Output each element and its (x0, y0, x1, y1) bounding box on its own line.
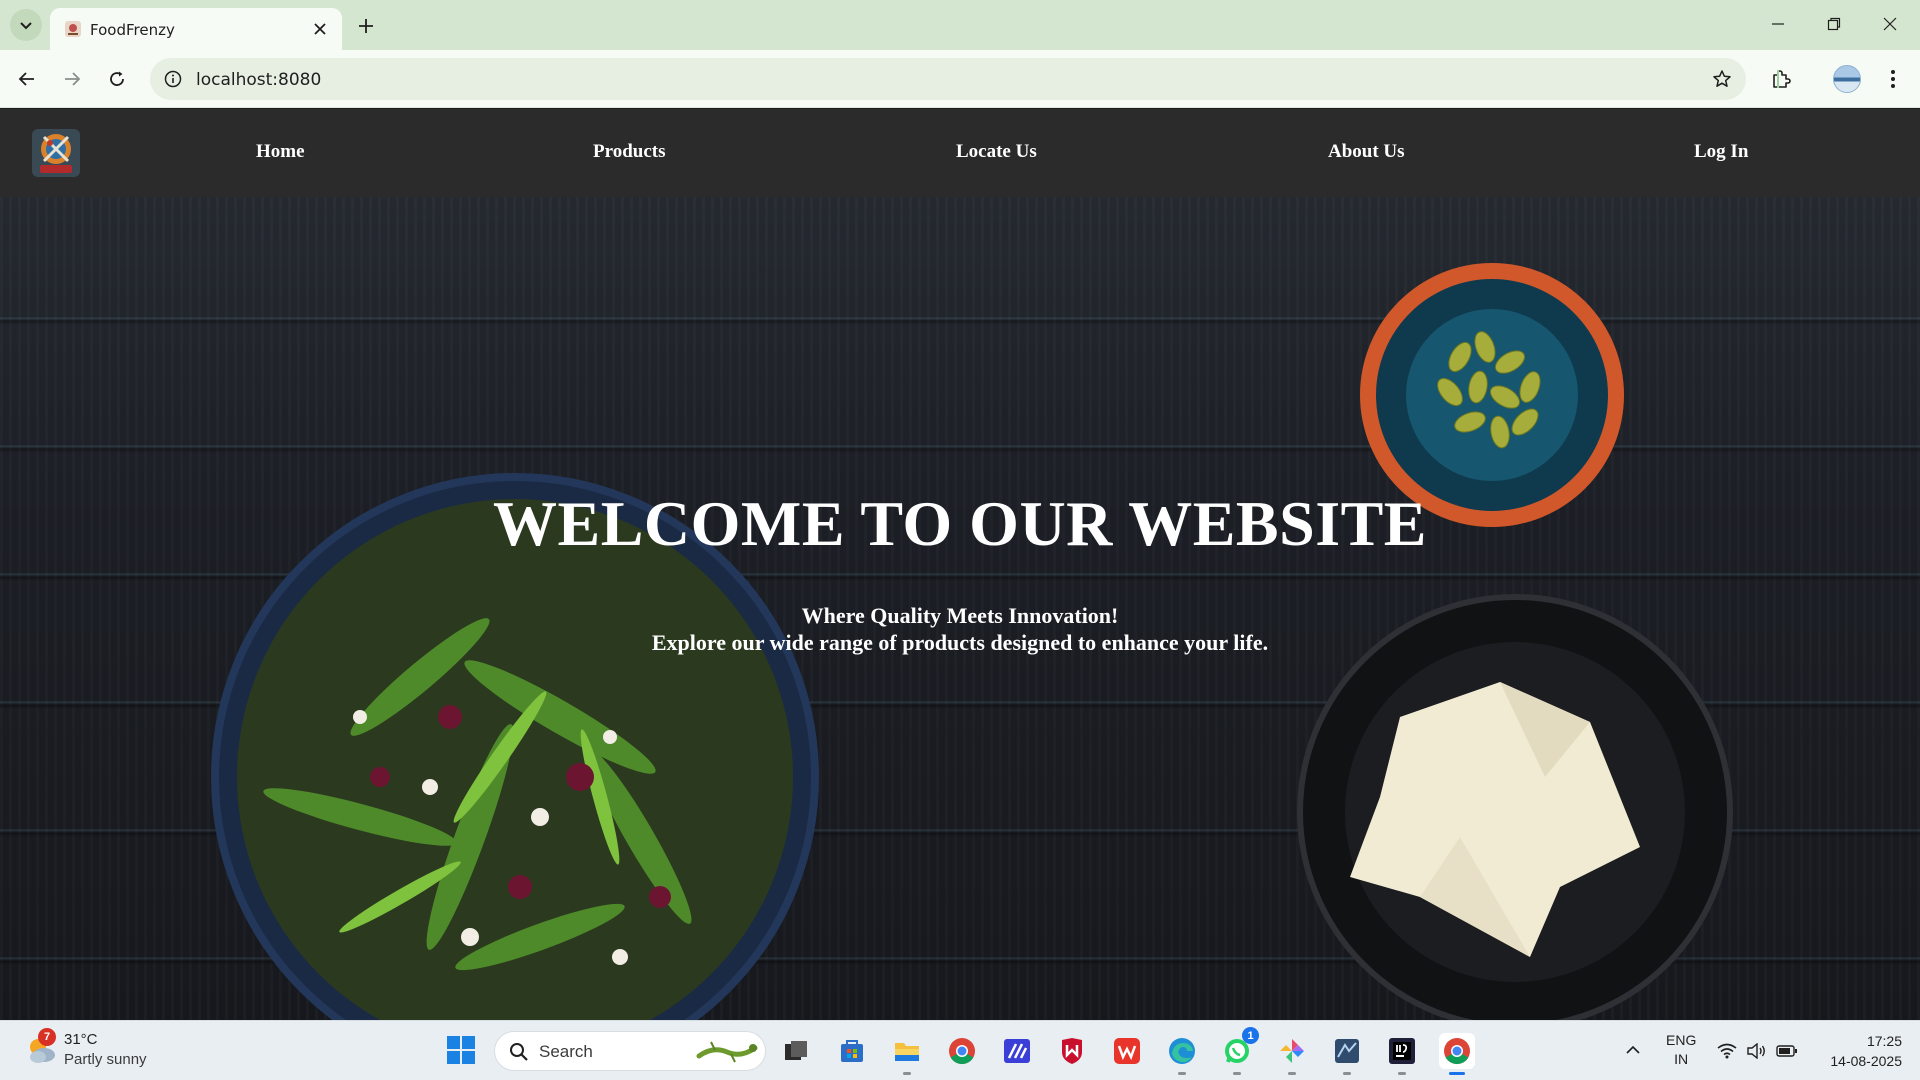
volume-icon[interactable] (1746, 1040, 1768, 1062)
chevron-up-icon (1626, 1045, 1640, 1054)
photos-app[interactable] (1274, 1033, 1310, 1075)
windows-start-icon[interactable] (446, 1035, 476, 1065)
language-code: ENG (1666, 1032, 1697, 1048)
weather-temperature: 31°C (64, 1031, 98, 1048)
arrow-left-icon (18, 72, 34, 86)
chrome-icon (1444, 1038, 1470, 1065)
task-view-icon (785, 1041, 807, 1060)
edge-icon (1169, 1038, 1195, 1064)
input-language-indicator[interactable]: ENG IN (1666, 1031, 1696, 1069)
minimize-icon (1772, 23, 1784, 25)
back-button[interactable] (11, 63, 43, 95)
visual-studio-app[interactable] (999, 1033, 1035, 1069)
photos-pinwheel-icon (1280, 1039, 1304, 1063)
restore-icon (1827, 17, 1841, 31)
address-bar[interactable]: localhost:8080 (150, 58, 1746, 100)
keyboard-app[interactable] (1329, 1033, 1365, 1075)
forward-button[interactable] (56, 63, 88, 95)
arrow-right-icon (65, 72, 81, 86)
minimize-button[interactable] (1756, 8, 1800, 40)
toolbar-divider (1777, 70, 1779, 88)
hero-title: WELCOME TO OUR WEBSITE (493, 488, 1427, 559)
browser-menu-button[interactable] (1877, 63, 1909, 95)
windows-taskbar: 7 31°C Partly sunny Search 1 ENG IN 17:2… (0, 1020, 1920, 1080)
whatsapp-unread-badge: 1 (1242, 1027, 1259, 1044)
region-code: IN (1674, 1051, 1689, 1067)
folder-icon (895, 1043, 919, 1061)
nav-products-link[interactable]: Products (593, 141, 665, 163)
wifi-icon[interactable] (1716, 1040, 1738, 1062)
puzzle-icon (1773, 70, 1791, 88)
nav-login-link[interactable]: Log In (1694, 141, 1748, 163)
clock-date: 14-08-2025 (1830, 1053, 1902, 1069)
tab-search-button[interactable] (10, 9, 42, 41)
browser-toolbar: localhost:8080 (0, 50, 1920, 108)
bookmark-star-icon[interactable] (1710, 67, 1734, 91)
browser-tabstrip: FoodFrenzy (0, 0, 1920, 50)
app-window-icon (1335, 1039, 1359, 1063)
hero-subtitle-line2: Explore our wide range of products desig… (651, 630, 1269, 655)
restore-button[interactable] (1812, 8, 1856, 40)
hero-section: WELCOME TO OUR WEBSITE Where Quality Mee… (0, 197, 1920, 1020)
edge-app[interactable] (1164, 1033, 1200, 1075)
chrome-icon (949, 1038, 975, 1065)
new-tab-button[interactable] (352, 12, 380, 40)
nav-home-link[interactable]: Home (256, 141, 305, 163)
file-explorer-app[interactable] (889, 1033, 925, 1075)
microsoft-store-app[interactable] (834, 1033, 870, 1069)
favicon-icon (65, 21, 81, 37)
tab-title: FoodFrenzy (90, 21, 175, 39)
show-hidden-icons-button[interactable] (1622, 1039, 1644, 1061)
intellij-icon (1389, 1038, 1415, 1064)
site-navbar: Home Products Locate Us About Us Log In (0, 109, 1920, 197)
nav-about-us-link[interactable]: About Us (1328, 141, 1405, 163)
chrome-active-app[interactable] (1439, 1033, 1475, 1075)
plus-icon (359, 19, 373, 33)
wps-office-app[interactable] (1109, 1033, 1145, 1069)
intellij-app[interactable] (1384, 1033, 1420, 1075)
task-view-app[interactable] (778, 1033, 814, 1069)
battery-icon[interactable] (1776, 1040, 1798, 1062)
kebab-menu-icon (1891, 70, 1895, 88)
search-label: Search (539, 1042, 593, 1061)
clock-time: 17:25 (1866, 1033, 1902, 1049)
reload-icon (110, 71, 124, 86)
close-icon (314, 23, 326, 35)
chevron-down-icon (20, 22, 32, 30)
system-clock[interactable]: 17:25 14-08-2025 (1812, 1031, 1902, 1071)
search-icon (510, 1043, 528, 1061)
close-icon (1883, 17, 1897, 31)
extensions-button[interactable] (1765, 63, 1797, 95)
mcafee-shield-icon (1062, 1038, 1082, 1064)
whatsapp-app[interactable]: 1 (1219, 1027, 1259, 1075)
reload-button[interactable] (101, 63, 133, 95)
taskbar-search[interactable]: Search (494, 1031, 766, 1071)
weather-alert-badge: 7 (38, 1028, 56, 1046)
nav-locate-us-link[interactable]: Locate Us (956, 141, 1037, 163)
chrome-app[interactable] (944, 1033, 980, 1069)
tab-close-button[interactable] (310, 19, 330, 39)
store-icon (841, 1040, 863, 1062)
weather-description: Partly sunny (64, 1051, 147, 1068)
visual-studio-icon (1004, 1039, 1030, 1063)
foodfrenzy-logo[interactable] (30, 127, 82, 179)
search-highlight-lizard-icon (696, 1041, 758, 1063)
hero-subtitle-line1: Where Quality Meets Innovation! (801, 603, 1119, 628)
close-window-button[interactable] (1868, 8, 1912, 40)
site-info-icon[interactable] (162, 68, 184, 90)
profile-avatar[interactable] (1833, 65, 1861, 93)
wps-office-icon (1114, 1038, 1140, 1064)
browser-tab[interactable]: FoodFrenzy (50, 8, 342, 50)
address-url: localhost:8080 (196, 70, 322, 90)
mcafee-app[interactable] (1054, 1033, 1090, 1069)
